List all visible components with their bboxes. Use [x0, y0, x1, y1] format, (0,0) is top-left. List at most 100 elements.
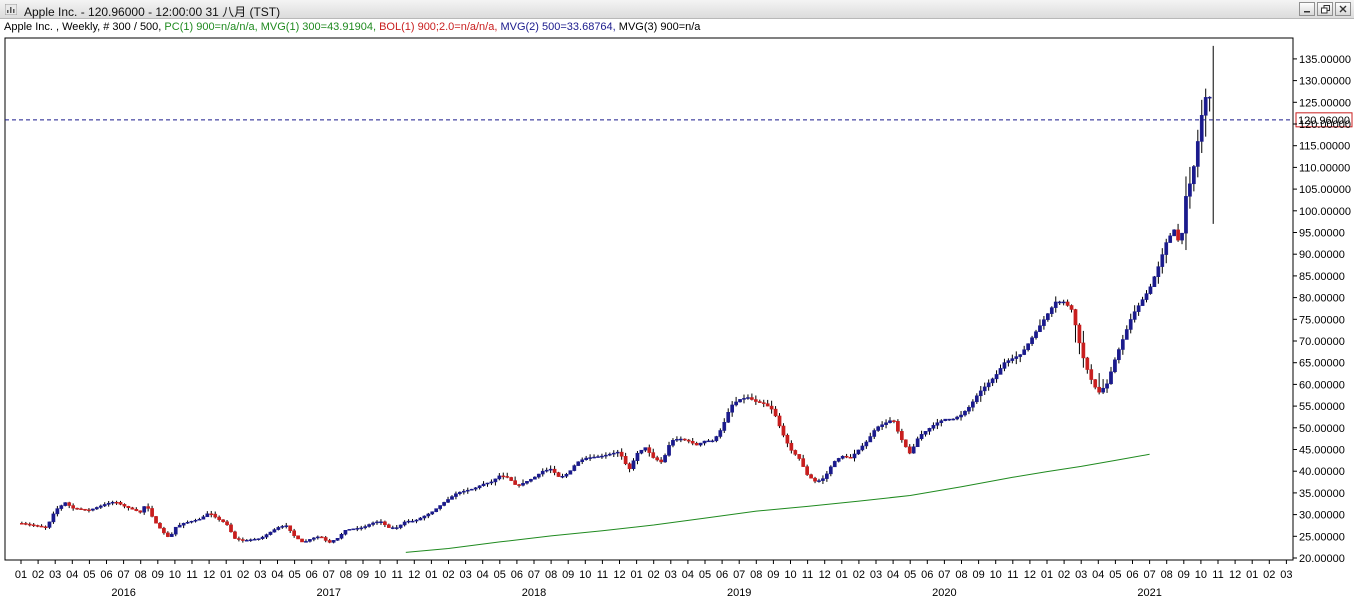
x-month-label: 03: [870, 569, 882, 581]
candle-up: [722, 422, 727, 431]
y-tick-label: 100.00000: [1299, 206, 1351, 218]
candle-up: [1180, 232, 1184, 241]
candle-up: [173, 526, 178, 535]
restore-icon[interactable]: [1317, 2, 1333, 16]
x-year-label: 2016: [111, 587, 135, 599]
candle-up: [477, 485, 482, 489]
x-month-label: 04: [477, 569, 489, 581]
candle-up: [560, 476, 565, 478]
candle-down: [513, 480, 517, 485]
x-month-label: 03: [1075, 569, 1087, 581]
candle-down: [505, 476, 510, 478]
x-year-label: 2021: [1137, 587, 1161, 599]
candle-up: [106, 502, 111, 505]
candle-down: [209, 513, 214, 516]
candle-up: [963, 410, 967, 416]
candle-up: [1049, 307, 1054, 314]
candle-up: [414, 519, 419, 522]
mvg1-indicator-label[interactable]: MVG(1) 300=43.91904,: [261, 21, 379, 33]
x-year-label: 2019: [727, 587, 751, 599]
x-month-label: 07: [938, 569, 950, 581]
candle-up: [1105, 383, 1109, 389]
candle-up: [821, 478, 825, 481]
y-tick-label: 20.00000: [1299, 553, 1345, 565]
candle-down: [225, 521, 229, 526]
candle-up: [442, 502, 446, 506]
x-month-label: 04: [887, 569, 899, 581]
candle-up: [1148, 286, 1153, 294]
x-month-label: 01: [425, 569, 437, 581]
pc-indicator-label[interactable]: PC(1) 900=n/a/n/a,: [164, 21, 260, 33]
candle-up: [974, 395, 979, 403]
candle-up: [481, 483, 486, 487]
close-icon[interactable]: [1335, 2, 1351, 16]
candle-down: [517, 484, 521, 486]
x-month-label: 11: [597, 569, 608, 581]
x-month-label: 06: [511, 569, 523, 581]
candle-up: [410, 520, 415, 523]
candle-up: [110, 501, 115, 504]
candle-up: [706, 440, 711, 443]
candle-up: [955, 416, 959, 420]
x-month-label: 05: [904, 569, 916, 581]
candle-up: [1042, 319, 1046, 326]
candle-down: [233, 531, 237, 539]
candle-down: [647, 447, 652, 453]
candle-down: [83, 508, 87, 511]
candle-up: [367, 524, 371, 527]
candle-up: [679, 438, 683, 441]
x-month-label: 05: [699, 569, 711, 581]
candle-up: [742, 398, 746, 400]
mvg2-indicator-label[interactable]: MVG(2) 500=33.68764,: [500, 21, 618, 33]
candle-up: [536, 473, 541, 478]
x-month-label: 07: [528, 569, 540, 581]
x-month-label: 05: [83, 569, 95, 581]
candle-down: [1085, 357, 1090, 370]
candle-up: [169, 533, 174, 537]
x-month-label: 02: [1263, 569, 1275, 581]
indicator-legend: Apple Inc. , Weekly, # 300 / 500, PC(1) …: [4, 21, 700, 35]
candle-up: [465, 489, 470, 492]
x-month-label: 02: [648, 569, 660, 581]
x-month-label: 03: [1280, 569, 1292, 581]
candle-up: [671, 440, 675, 446]
plot-area: [4, 37, 1294, 561]
candle-up: [1124, 329, 1129, 340]
x-month-label: 08: [750, 569, 762, 581]
candle-down: [217, 516, 222, 520]
candle-up: [355, 528, 360, 530]
candle-up: [1010, 358, 1015, 361]
price-chart[interactable]: 120.96000 20.0000025.0000030.0000035.000…: [0, 36, 1354, 607]
bol-indicator-label[interactable]: BOL(1) 900;2.0=n/a/n/a,: [379, 21, 500, 33]
candle-up: [1046, 313, 1050, 320]
candle-up: [193, 519, 198, 522]
candle-up: [1061, 301, 1066, 304]
candle-up: [982, 386, 987, 392]
candle-down: [1073, 309, 1078, 326]
candle-down: [288, 525, 293, 531]
y-tick-label: 115.00000: [1299, 141, 1350, 153]
x-month-label: 11: [1212, 569, 1223, 581]
candle-up: [884, 422, 888, 425]
y-tick-label: 95.00000: [1299, 228, 1345, 240]
x-month-label: 01: [1246, 569, 1258, 581]
candle-up: [923, 431, 928, 435]
candle-up: [915, 438, 920, 448]
candle-up: [284, 525, 289, 527]
candle-up: [572, 465, 577, 471]
candle-up: [142, 506, 147, 513]
window-controls: [1299, 2, 1351, 16]
candle-up: [63, 502, 68, 506]
candle-down: [801, 458, 806, 467]
minimize-icon[interactable]: [1299, 2, 1315, 16]
candle-up: [675, 439, 679, 441]
candle-up: [94, 507, 99, 510]
candle-up: [986, 382, 991, 388]
x-month-label: 01: [836, 569, 848, 581]
mvg3-indicator-label[interactable]: MVG(3) 900=n/a: [619, 21, 701, 33]
candle-down: [130, 507, 135, 510]
candle-up: [1156, 266, 1161, 277]
candle-up: [406, 520, 411, 523]
candle-down: [79, 508, 83, 510]
candle-down: [694, 443, 699, 446]
